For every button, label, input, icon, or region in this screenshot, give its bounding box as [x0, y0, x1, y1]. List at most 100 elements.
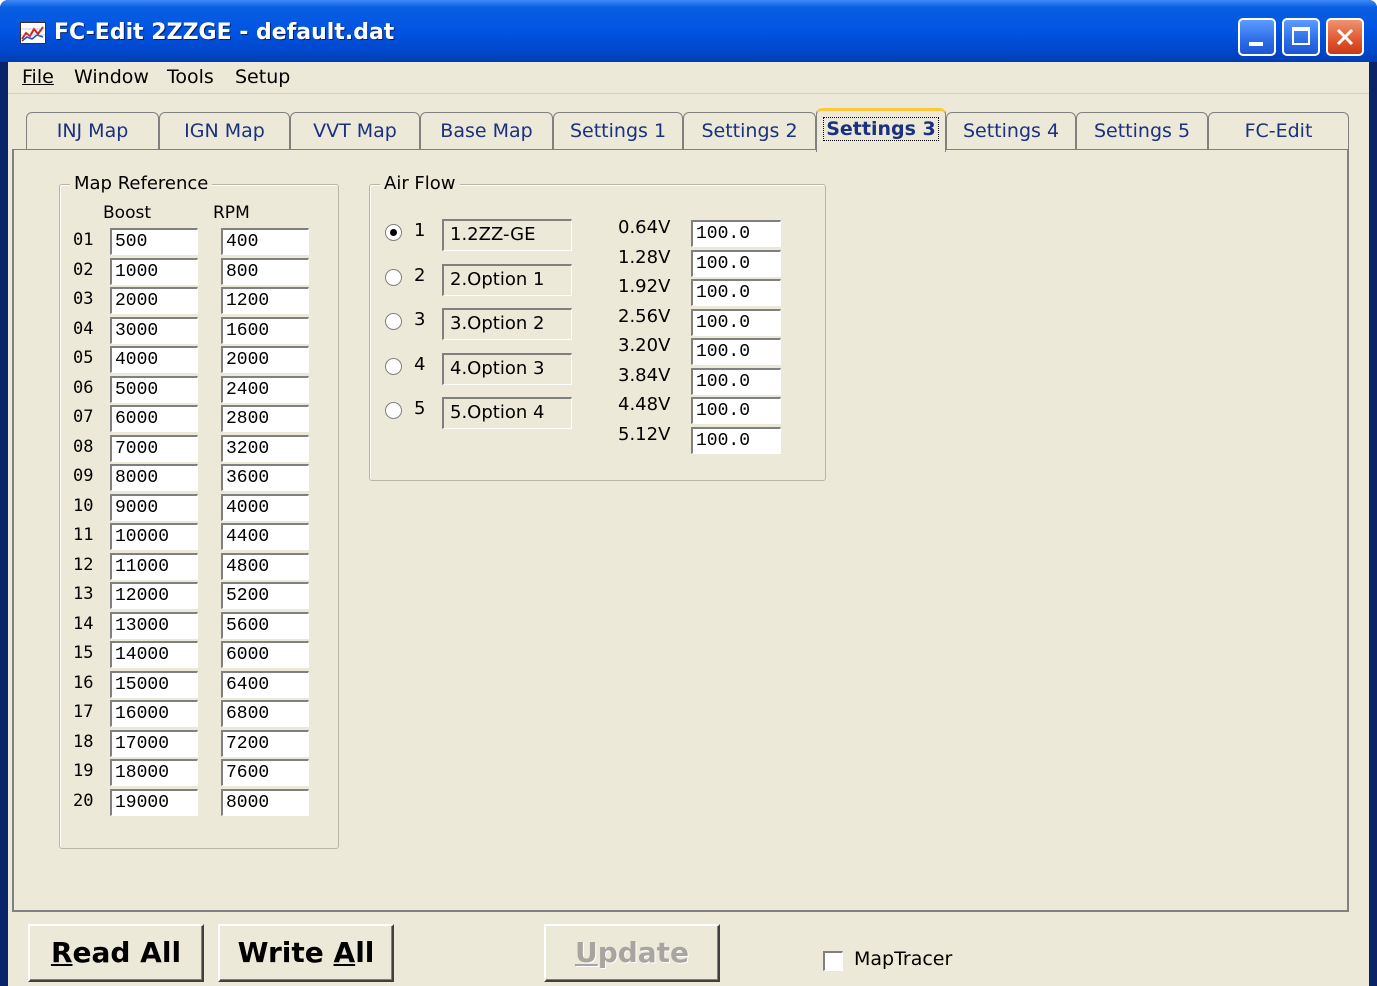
- boost-input[interactable]: 6000: [110, 405, 198, 432]
- row-number: 05: [73, 348, 94, 368]
- app-window: FC-Edit 2ZZGE - default.dat File Window …: [0, 0, 1377, 986]
- map-reference-title: Map Reference: [70, 173, 213, 194]
- airflow-option-radio[interactable]: [385, 268, 402, 286]
- tab-ign-map[interactable]: IGN Map: [159, 112, 290, 150]
- minimize-button[interactable]: [1238, 18, 1276, 56]
- boost-input[interactable]: 7000: [110, 434, 198, 462]
- rpm-input[interactable]: 4000: [221, 493, 309, 521]
- rpm-input[interactable]: 6000: [221, 641, 309, 668]
- tab-settings-5[interactable]: Settings 5: [1076, 112, 1208, 150]
- rpm-input[interactable]: 7200: [221, 729, 309, 757]
- rpm-input[interactable]: 3600: [221, 464, 309, 491]
- airflow-value-input[interactable]: 100.0: [691, 220, 781, 247]
- boost-input[interactable]: 14000: [110, 641, 198, 668]
- tab-fc-edit[interactable]: FC-Edit: [1208, 112, 1349, 150]
- boost-input[interactable]: 15000: [110, 670, 198, 698]
- boost-input[interactable]: 18000: [110, 759, 198, 786]
- boost-input[interactable]: 13000: [110, 611, 198, 639]
- rpm-input[interactable]: 7600: [221, 759, 309, 786]
- row-number: 06: [73, 377, 94, 398]
- maptracer-label[interactable]: MapTracer: [854, 948, 952, 970]
- airflow-option-radio[interactable]: [385, 313, 402, 330]
- rpm-input[interactable]: 800: [221, 257, 309, 285]
- app-chart-icon[interactable]: [20, 22, 46, 44]
- boost-input[interactable]: 16000: [110, 700, 198, 727]
- airflow-option-number[interactable]: 1: [414, 220, 425, 241]
- rpm-input[interactable]: 3200: [221, 434, 309, 462]
- write-all-label: ll: [355, 936, 375, 969]
- airflow-option-radio[interactable]: [385, 224, 402, 241]
- boost-input[interactable]: 1000: [110, 257, 198, 285]
- read-all-button[interactable]: Read All: [28, 924, 204, 982]
- airflow-option-radio[interactable]: [385, 357, 402, 375]
- rpm-input[interactable]: 2400: [221, 375, 309, 403]
- rpm-input[interactable]: 2800: [221, 405, 309, 432]
- write-all-label-pre: Write: [237, 936, 334, 969]
- maximize-button[interactable]: [1282, 18, 1320, 56]
- title-bar[interactable]: FC-Edit 2ZZGE - default.dat: [0, 0, 1377, 62]
- write-all-button[interactable]: Write All: [218, 924, 394, 982]
- tab-base-map[interactable]: Base Map: [420, 112, 553, 150]
- rpm-input[interactable]: 1600: [221, 316, 309, 344]
- boost-input[interactable]: 5000: [110, 375, 198, 403]
- rpm-input[interactable]: 400: [221, 228, 309, 255]
- tab-settings-2[interactable]: Settings 2: [683, 112, 816, 150]
- close-button[interactable]: [1326, 18, 1364, 56]
- boost-input[interactable]: 11000: [110, 552, 198, 580]
- row-number: 14: [73, 613, 94, 634]
- airflow-option-name-field[interactable]: 2.Option 1: [442, 263, 572, 296]
- airflow-option-number[interactable]: 4: [414, 354, 425, 375]
- boost-input[interactable]: 12000: [110, 582, 198, 609]
- rpm-header: RPM: [213, 203, 250, 223]
- rpm-input[interactable]: 6400: [221, 670, 309, 698]
- row-number: 10: [73, 495, 94, 516]
- rpm-input[interactable]: 8000: [221, 788, 309, 816]
- airflow-value-input[interactable]: 100.0: [691, 426, 781, 454]
- menu-window[interactable]: Window: [70, 66, 153, 88]
- menu-file[interactable]: File: [18, 66, 58, 88]
- rpm-input[interactable]: 6800: [221, 700, 309, 727]
- boost-input[interactable]: 8000: [110, 464, 198, 491]
- row-number: 11: [73, 525, 94, 545]
- voltage-label: 5.12V: [618, 423, 671, 445]
- airflow-option-name-field[interactable]: 3.Option 2: [442, 308, 572, 340]
- boost-input[interactable]: 9000: [110, 493, 198, 521]
- rpm-input[interactable]: 2000: [221, 346, 309, 373]
- tab-settings-1[interactable]: Settings 1: [553, 112, 683, 150]
- boost-input[interactable]: 17000: [110, 729, 198, 757]
- airflow-value-input[interactable]: 100.0: [691, 279, 781, 306]
- menu-setup[interactable]: Setup: [231, 66, 294, 88]
- rpm-input[interactable]: 5200: [221, 582, 309, 609]
- row-number: 20: [73, 790, 94, 811]
- boost-input[interactable]: 4000: [110, 346, 198, 373]
- maptracer-checkbox[interactable]: [823, 951, 843, 971]
- rpm-input[interactable]: 4800: [221, 552, 309, 580]
- boost-input[interactable]: 10000: [110, 523, 198, 550]
- boost-input[interactable]: 500: [110, 228, 198, 255]
- airflow-value-input[interactable]: 100.0: [691, 397, 781, 424]
- tab-settings-4[interactable]: Settings 4: [946, 112, 1076, 150]
- rpm-input[interactable]: 1200: [221, 287, 309, 314]
- airflow-option-radio[interactable]: [385, 402, 402, 419]
- rpm-input[interactable]: 5600: [221, 611, 309, 639]
- rpm-input[interactable]: 4400: [221, 523, 309, 550]
- airflow-option-name-field[interactable]: 1.2ZZ-GE: [442, 219, 572, 251]
- tab-inj-map[interactable]: INJ Map: [26, 112, 159, 150]
- menu-tools[interactable]: Tools: [163, 66, 218, 88]
- tab-vvt-map[interactable]: VVT Map: [290, 112, 420, 150]
- airflow-value-input[interactable]: 100.0: [691, 367, 781, 395]
- airflow-option-number[interactable]: 2: [414, 265, 425, 286]
- boost-input[interactable]: 19000: [110, 788, 198, 816]
- airflow-option-name-field[interactable]: 4.Option 3: [442, 352, 572, 385]
- airflow-option-name-field[interactable]: 5.Option 4: [442, 397, 572, 429]
- airflow-option-number[interactable]: 3: [414, 309, 425, 330]
- airflow-option-number[interactable]: 5: [414, 398, 425, 419]
- update-button[interactable]: Update: [544, 924, 720, 982]
- boost-input[interactable]: 2000: [110, 287, 198, 314]
- row-number: 15: [73, 643, 94, 663]
- airflow-value-input[interactable]: 100.0: [691, 338, 781, 365]
- airflow-value-input[interactable]: 100.0: [691, 249, 781, 277]
- airflow-value-input[interactable]: 100.0: [691, 308, 781, 336]
- boost-input[interactable]: 3000: [110, 316, 198, 344]
- tab-settings-3[interactable]: Settings 3: [816, 108, 946, 152]
